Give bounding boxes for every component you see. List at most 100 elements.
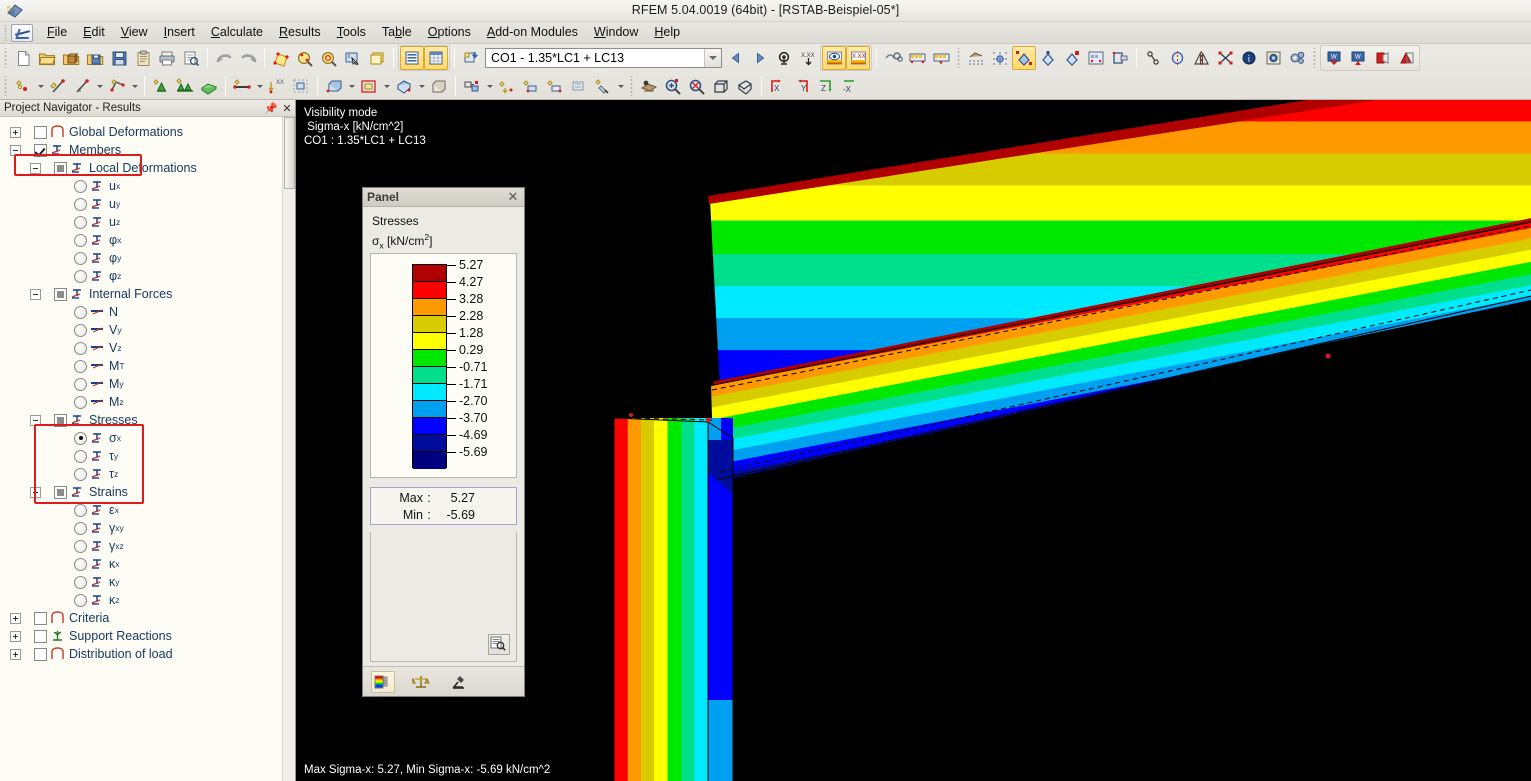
new-nodal-load-icon[interactable]: XX — [265, 74, 289, 98]
tree-item-kappa-x[interactable]: κx — [0, 555, 295, 573]
radio-uz[interactable] — [74, 215, 87, 229]
radio-vz[interactable] — [74, 341, 87, 355]
tree-item-global-deformations[interactable]: Global Deformations — [0, 123, 295, 141]
menu-item-calculate[interactable]: Calculate — [203, 23, 271, 42]
toolbar-grip[interactable] — [628, 76, 635, 96]
measure-icon[interactable] — [1213, 46, 1237, 70]
radio-eps-x[interactable] — [74, 503, 87, 517]
numeric-input-2-icon[interactable] — [929, 46, 953, 70]
tree-item-distribution-of-load[interactable]: Distribution of load — [0, 645, 295, 663]
menu-item-view[interactable]: View — [113, 23, 156, 42]
snap-icon[interactable] — [881, 46, 905, 70]
printout-report-2-icon[interactable]: W — [1346, 46, 1370, 70]
tree-item-tau-y[interactable]: τy — [0, 447, 295, 465]
new-opening-dropdown[interactable] — [381, 74, 392, 98]
tree-item-tau-z[interactable]: τz — [0, 465, 295, 483]
object-snap-2-icon[interactable] — [1060, 46, 1084, 70]
group-icon[interactable] — [460, 74, 484, 98]
new-solid-dropdown[interactable] — [346, 74, 357, 98]
paint-icon[interactable] — [591, 74, 615, 98]
printout-report-icon[interactable]: W — [1322, 46, 1346, 70]
open-package-icon[interactable] — [59, 46, 83, 70]
view-y-icon[interactable]: Y — [790, 74, 814, 98]
rendering-icon[interactable] — [637, 74, 661, 98]
table-grid-icon[interactable] — [424, 46, 448, 70]
iso-view-icon[interactable] — [709, 74, 733, 98]
radio-kappa-z[interactable] — [74, 593, 87, 607]
results-panel[interactable]: Panel ✕ Stresses σx [kN/cm2] 5.27 4.27 3.2… — [362, 187, 525, 697]
new-object-dropdown[interactable] — [416, 74, 427, 98]
radio-phix[interactable] — [74, 233, 87, 247]
toolbar-grip[interactable] — [1311, 48, 1318, 68]
checkbox-criteria[interactable] — [34, 611, 47, 625]
menu-item-edit[interactable]: Edit — [75, 23, 113, 42]
tree-item-phix[interactable]: φx — [0, 231, 295, 249]
checkbox-local-deformations[interactable] — [54, 161, 67, 175]
scales-balance-icon[interactable] — [409, 671, 433, 693]
radio-tau-z[interactable] — [74, 467, 87, 481]
numeric-input-icon[interactable] — [905, 46, 929, 70]
radio-sigma-x[interactable] — [74, 431, 87, 445]
new-member-dropdown[interactable] — [254, 74, 265, 98]
scrollbar-thumb[interactable] — [284, 117, 295, 189]
new-line-icon[interactable] — [46, 74, 70, 98]
toolbar-grip[interactable] — [2, 48, 9, 68]
new-group-3-icon[interactable] — [543, 74, 567, 98]
tree-item-mt[interactable]: MT — [0, 357, 295, 375]
new-polyline-dropdown[interactable] — [129, 74, 140, 98]
expand-icon[interactable] — [10, 630, 21, 642]
menu-item-window[interactable]: Window — [586, 23, 646, 42]
tree-item-gamma-xy[interactable]: γ xy — [0, 519, 295, 537]
radio-gamma-xy[interactable] — [74, 521, 87, 535]
show-results-icon[interactable] — [822, 46, 846, 70]
info-icon[interactable]: i — [1237, 46, 1261, 70]
zoom-detail-icon[interactable] — [488, 634, 510, 655]
tree-item-local-deformations[interactable]: Local Deformations — [0, 159, 295, 177]
new-support-icon[interactable] — [149, 74, 173, 98]
tree-item-uy[interactable]: uy — [0, 195, 295, 213]
open-folder-icon[interactable] — [35, 46, 59, 70]
view-zoom-out-icon[interactable] — [685, 74, 709, 98]
menu-item-options[interactable]: Options — [420, 23, 479, 42]
collapse-icon[interactable] — [10, 144, 21, 156]
radio-uy[interactable] — [74, 197, 87, 211]
print-preview-icon[interactable] — [179, 46, 203, 70]
new-node-dropdown[interactable] — [35, 74, 46, 98]
tree-item-eps-x[interactable]: εx — [0, 501, 295, 519]
collapse-icon[interactable] — [30, 486, 41, 498]
render-model-icon[interactable] — [269, 46, 293, 70]
toolbar-grip[interactable] — [955, 48, 962, 68]
new-object-icon[interactable] — [392, 74, 416, 98]
copy-layer-icon[interactable] — [365, 46, 389, 70]
checkbox-members[interactable] — [34, 143, 47, 157]
section-icon[interactable] — [1108, 46, 1132, 70]
radio-tau-y[interactable] — [74, 449, 87, 463]
tree-item-gamma-xz[interactable]: γ xz — [0, 537, 295, 555]
radio-ux[interactable] — [74, 179, 87, 193]
load-case-combo[interactable]: CO1 - 1.35*LC1 + LC13 — [485, 48, 722, 68]
tree-item-support-reactions[interactable]: Support Reactions — [0, 627, 295, 645]
menu-item-insert[interactable]: Insert — [156, 23, 203, 42]
radio-phiz[interactable] — [74, 269, 87, 283]
table-view-icon[interactable] — [400, 46, 424, 70]
export-2-icon[interactable] — [1394, 46, 1418, 70]
clipboard-icon[interactable] — [131, 46, 155, 70]
radio-my[interactable] — [74, 377, 87, 391]
tree-item-uz[interactable]: uz — [0, 213, 295, 231]
ortho-icon[interactable] — [1012, 46, 1036, 70]
save-as-package-icon[interactable] — [83, 46, 107, 70]
new-surface-icon[interactable] — [197, 74, 221, 98]
new-node-icon[interactable] — [11, 74, 35, 98]
view-x-icon[interactable]: X — [766, 74, 790, 98]
new-group-4-icon[interactable] — [567, 74, 591, 98]
menu-item-help[interactable]: Help — [646, 23, 688, 42]
collapse-icon[interactable] — [30, 288, 41, 300]
new-dimension-icon[interactable]: I — [70, 74, 94, 98]
collapse-icon[interactable] — [30, 414, 41, 426]
tree-item-criteria[interactable]: Criteria — [0, 609, 295, 627]
radio-kappa-x[interactable] — [74, 557, 87, 571]
mirror-icon[interactable] — [1165, 46, 1189, 70]
radio-phiy[interactable] — [74, 251, 87, 265]
view-zoom-in-icon[interactable] — [661, 74, 685, 98]
menu-grip[interactable] — [3, 24, 9, 41]
